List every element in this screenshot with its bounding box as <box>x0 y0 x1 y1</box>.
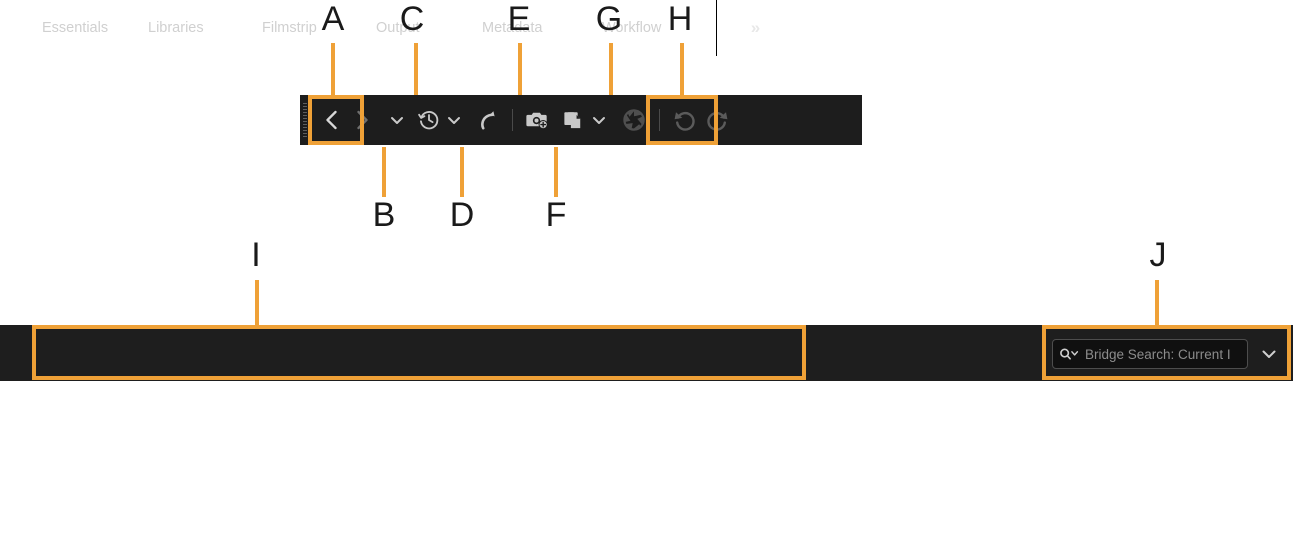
navigation-history-dropdown[interactable] <box>385 103 409 137</box>
callout-leader-f <box>554 147 558 197</box>
chevron-down-icon <box>1071 351 1079 356</box>
go-to-parent-folder-button[interactable] <box>473 103 503 137</box>
rotate-buttons <box>669 103 733 137</box>
tab-label: Filmstrip <box>262 20 317 36</box>
bridge-search-box: Bridge Search: Current I <box>1052 336 1280 372</box>
aperture-icon <box>623 109 645 131</box>
bridge-toolbar <box>300 95 862 145</box>
callout-leader-j <box>1155 280 1159 327</box>
rotate-right-icon <box>707 111 728 131</box>
callout-letter-d: D <box>449 196 475 234</box>
camera-plus-icon <box>526 112 548 130</box>
boomerang-arrow-icon <box>481 111 495 130</box>
tab-label: Essentials <box>42 20 109 36</box>
toolbar-divider-2 <box>659 109 660 131</box>
clock-history-icon <box>418 111 439 130</box>
chevron-right-icon <box>357 110 368 130</box>
callout-letter-e: E <box>507 0 531 38</box>
rotate-counterclockwise-button[interactable] <box>669 103 701 137</box>
get-photos-from-camera-button[interactable] <box>522 103 554 137</box>
rotate-clockwise-button[interactable] <box>701 103 733 137</box>
chevron-down-icon <box>448 117 460 124</box>
tab-label: Libraries <box>148 20 204 36</box>
forward-button[interactable] <box>347 103 377 137</box>
rotate-left-icon <box>674 111 695 131</box>
callout-leader-d <box>460 147 464 197</box>
callout-letter-j: J <box>1149 236 1167 274</box>
callout-letter-a: A <box>321 0 345 38</box>
stacked-pages-icon <box>564 112 581 129</box>
callout-leader-i <box>255 280 259 327</box>
callout-leader-b <box>382 147 386 197</box>
chevron-down-icon <box>391 117 403 124</box>
chevron-down-icon <box>1262 350 1276 358</box>
back-button[interactable] <box>317 103 347 137</box>
callout-letter-b: B <box>372 196 396 234</box>
search-icon <box>1060 348 1079 360</box>
callout-leader-h <box>680 43 684 95</box>
callout-leader-c <box>414 43 418 95</box>
recent-folders-dropdown[interactable] <box>443 103 465 137</box>
callout-letter-h: H <box>667 0 693 38</box>
toolbar-drag-handle[interactable] <box>302 103 311 137</box>
callout-leader-e <box>518 43 522 95</box>
tab-essentials[interactable]: Essentials <box>34 0 148 56</box>
tab-libraries[interactable]: Libraries <box>148 0 262 56</box>
refine-dropdown[interactable] <box>588 103 610 137</box>
callout-leader-g <box>609 43 613 95</box>
search-placeholder: Bridge Search: Current I <box>1085 346 1231 362</box>
search-input[interactable]: Bridge Search: Current I <box>1052 339 1248 369</box>
chevron-left-icon <box>326 110 337 130</box>
recent-folders-clock-button[interactable] <box>415 103 443 137</box>
callout-letter-i: I <box>251 236 261 274</box>
refine-stack-button[interactable] <box>560 103 588 137</box>
back-forward-navigation-buttons <box>317 103 377 137</box>
open-in-camera-raw-button[interactable] <box>618 103 650 137</box>
chevron-down-icon <box>593 117 605 124</box>
toolbar-divider <box>512 109 513 131</box>
callout-letter-f: F <box>545 196 567 234</box>
callout-leader-a <box>331 43 335 95</box>
callout-letter-g: G <box>595 0 623 38</box>
overflow-label: » <box>750 18 761 37</box>
callout-letter-c: C <box>399 0 425 38</box>
workspace-overflow-button[interactable]: » <box>717 0 793 56</box>
search-options-dropdown[interactable] <box>1258 339 1280 369</box>
